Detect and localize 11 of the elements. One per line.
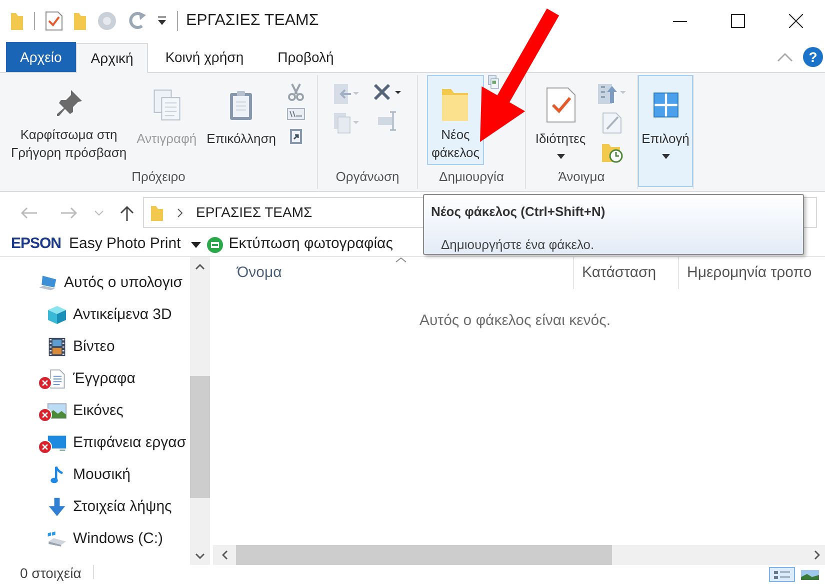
brand-logo-text: EPSON [11, 234, 62, 254]
group-label: Οργάνωση [336, 168, 400, 186]
group-label: Δημιουργία [439, 168, 504, 186]
tooltip-title: Νέος φάκελος (Ctrl+Shift+N) [431, 203, 606, 221]
tooltip-text: Δημιουργήστε ένα φάκελο. [441, 236, 596, 254]
group-label: Άνοιγμα [558, 168, 605, 186]
window-title: ΕΡΓΑΣΙΕΣ ΤΕΑΜΣ [186, 11, 319, 31]
item-count: 0 στοιχεία [20, 565, 82, 581]
app-name: Easy Photo Print [69, 234, 181, 254]
empty-folder-message: Αυτός ο φάκελος είναι κενός. [419, 311, 611, 330]
group-label: Πρόχειρο [132, 168, 186, 186]
